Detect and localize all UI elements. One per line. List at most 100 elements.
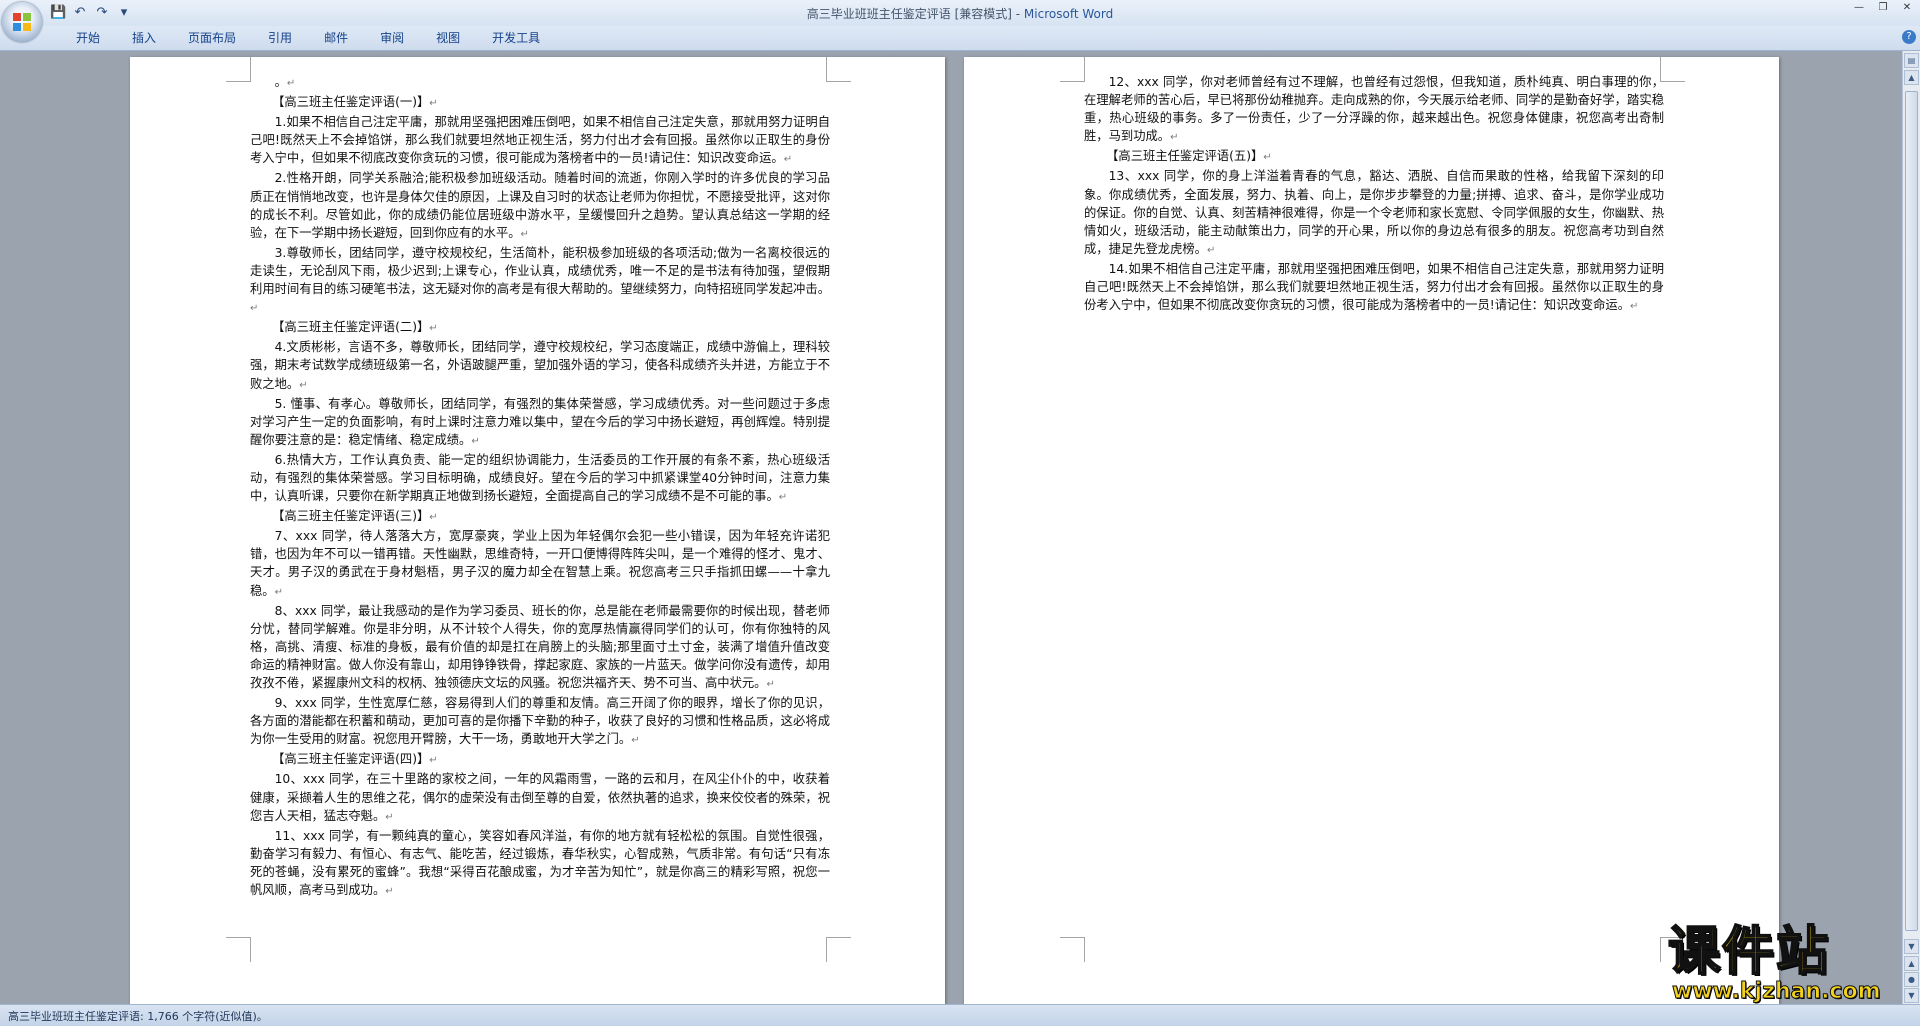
paragraph-text: 【高三班主任鉴定评语(四)】 (272, 752, 430, 767)
crop-mark (226, 57, 251, 82)
paragraph-text: 1.如果不相信自己注定平庸，那就用坚强把困难压倒吧，如果不相信自己注定失意，那就… (250, 115, 830, 166)
paragraph: 8、xxx 同学，最让我感动的是作为学习委员、班长的你，总是能在老师最需要你的时… (250, 602, 830, 694)
status-bar: 高三毕业班班主任鉴定评语: 1,766 个字符(近似值)。 (0, 1004, 1920, 1026)
tab-references[interactable]: 引用 (252, 30, 308, 46)
watermark-brand: 课件站 (1667, 922, 1831, 982)
paragraph-mark-icon: ↵ (471, 435, 480, 447)
paragraph-mark-icon: ↵ (274, 586, 283, 598)
app-name: Microsoft Word (1023, 7, 1114, 21)
document-area: 。↵ 【高三班主任鉴定评语(一)】↵ 1.如果不相信自己注定平庸，那就用坚强把困难压… (0, 51, 1903, 1004)
paragraph-mark-icon: ↵ (631, 735, 640, 747)
previous-page-icon[interactable]: ▲ (1904, 956, 1919, 971)
document-page-right[interactable]: 12、xxx 同学，你对老师曾经有过不理解，也曾经有过怨恨，但我知道，质朴纯真、… (964, 57, 1779, 1004)
office-button[interactable] (2, 2, 42, 42)
paragraph-text: 13、xxx 同学，你的身上洋溢着青春的气息，豁达、洒脱、自信而果敢的性格，给我… (1084, 169, 1664, 256)
paragraph: 5. 懂事、有孝心。尊敬师长，团结同学，有强烈的集体荣誉感，学习成绩优秀。对一些… (250, 395, 830, 451)
word-count-status[interactable]: 高三毕业班班主任鉴定评语: 1,766 个字符(近似值)。 (8, 1008, 268, 1024)
window-title: 高三毕业班班主任鉴定评语 [兼容模式] - Microsoft Word (0, 5, 1920, 22)
page-text-left[interactable]: 。↵ 【高三班主任鉴定评语(一)】↵ 1.如果不相信自己注定平庸，那就用坚强把困难压… (250, 73, 830, 901)
document-title: 高三毕业班班主任鉴定评语 [兼容模式] - (806, 7, 1024, 21)
paragraph-text: 【高三班主任鉴定评语(二)】 (272, 320, 430, 335)
paragraph-mark-icon: ↵ (520, 228, 529, 240)
paragraph: 1.如果不相信自己注定平庸，那就用坚强把困难压倒吧，如果不相信自己注定失意，那就… (250, 113, 830, 169)
crop-mark (1060, 937, 1085, 962)
paragraph-mark-icon: ↵ (778, 492, 788, 504)
paragraph-text: 【高三班主任鉴定评语(三)】 (272, 509, 430, 524)
paragraph: 2.性格开朗，同学关系融洽;能积极参加班级活动。随着时间的流逝，你刚入学时的许多… (250, 169, 830, 243)
paragraph-text: 9、xxx 同学，生性宽厚仁慈，容易得到人们的尊重和友情。高三开阔了你的眼界，增… (250, 696, 830, 747)
watermark-url: www.kjzhan.com (1672, 979, 1882, 1004)
select-browse-object-icon[interactable]: ● (1904, 972, 1919, 987)
office-logo-icon (13, 13, 31, 31)
paragraph-text: 10、xxx 同学，在三十里路的家校之间，一年的风霜雨雪，一路的云和月，在风尘仆… (250, 772, 830, 823)
paragraph-text: 3.尊敬师长，团结同学，遵守校规校纪，生活简朴，能积极参加班级的各项活动;做为一… (250, 245, 830, 297)
paragraph-mark-icon: ↵ (286, 78, 296, 89)
paragraph-text: 。 (274, 75, 287, 89)
paragraph: 14.如果不相信自己注定平庸，那就用坚强把困难压倒吧，如果不相信自己注定失意，那… (1084, 260, 1664, 316)
paragraph-text: 4.文质彬彬，言语不多，尊敬师长，团结同学，遵守校规校纪，学习态度端正，成绩中游… (250, 340, 830, 391)
paragraph: 4.文质彬彬，言语不多，尊敬师长，团结同学，遵守校规校纪，学习态度端正，成绩中游… (250, 338, 830, 394)
paragraph: 。↵ (250, 73, 830, 93)
watermark-logo: 课件站 www.kjzhan.com (1667, 922, 1900, 1004)
paragraph-mark-icon: ↵ (1170, 132, 1179, 144)
paragraph-mark-icon: ↵ (299, 379, 308, 391)
section-heading: 【高三班主任鉴定评语(二)】↵ (250, 318, 830, 338)
paragraph: 13、xxx 同学，你的身上洋溢着青春的气息，豁达、洒脱、自信而果敢的性格，给我… (1084, 167, 1664, 259)
paragraph-mark-icon: ↵ (1206, 244, 1216, 256)
ribbon-tabs: 开始 插入 页面布局 引用 邮件 审阅 视图 开发工具 (60, 30, 556, 46)
paragraph-text: 2.性格开朗，同学关系融洽;能积极参加班级活动。随着时间的流逝，你刚入学时的许多… (250, 171, 830, 240)
help-icon[interactable]: ? (1902, 30, 1916, 44)
paragraph-mark-icon: ↵ (766, 679, 775, 690)
paragraph: 11、xxx 同学，有一颗纯真的童心，笑容如春风洋溢，有你的地方就有轻松松的氛围… (250, 827, 830, 901)
section-heading: 【高三班主任鉴定评语(四)】↵ (250, 750, 830, 770)
restore-icon[interactable]: ❐ (1876, 2, 1890, 14)
paragraph-text: 8、xxx 同学，最让我感动的是作为学习委员、班长的你，总是能在老师最需要你的时… (250, 603, 830, 690)
paragraph: 7、xxx 同学，待人落落大方，宽厚豪爽，学业上因为年轻偶尔会犯一些小错误，因为… (250, 527, 830, 601)
paragraph: 6.热情大方，工作认真负责、能一定的组织协调能力，生活委员的工作开展的有条不紊，… (250, 451, 830, 507)
next-page-icon[interactable]: ▼ (1904, 988, 1919, 1003)
tab-home[interactable]: 开始 (60, 30, 116, 46)
ribbon-tab-bar: 开始 插入 页面布局 引用 邮件 审阅 视图 开发工具 ? (0, 26, 1920, 51)
paragraph-mark-icon: ↵ (385, 886, 394, 898)
crop-mark (1060, 57, 1085, 82)
tab-page-layout[interactable]: 页面布局 (172, 30, 252, 46)
scroll-thumb[interactable] (1905, 91, 1918, 931)
section-heading: 【高三班主任鉴定评语(五)】↵ (1084, 147, 1664, 167)
paragraph: 12、xxx 同学，你对老师曾经有过不理解，也曾经有过怨恨，但我知道，质朴纯真、… (1084, 73, 1664, 147)
tab-view[interactable]: 视图 (420, 30, 476, 46)
paragraph-text: 6.热情大方，工作认真负责、能一定的组织协调能力，生活委员的工作开展的有条不紊，… (250, 452, 830, 504)
paragraph-text: 【高三班主任鉴定评语(五)】 (1106, 149, 1264, 164)
paragraph-mark-icon: ↵ (783, 154, 793, 166)
paragraph: 3.尊敬师长，团结同学，遵守校规校纪，生活简朴，能积极参加班级的各项活动;做为一… (250, 244, 830, 318)
paragraph-mark-icon: ↵ (429, 323, 438, 335)
tab-review[interactable]: 审阅 (364, 30, 420, 46)
paragraph-text: 11、xxx 同学，有一颗纯真的童心，笑容如春风洋溢，有你的地方就有轻松松的氛围… (250, 828, 830, 898)
tab-insert[interactable]: 插入 (116, 30, 172, 46)
page-text-right[interactable]: 12、xxx 同学，你对老师曾经有过不理解，也曾经有过怨恨，但我知道，质朴纯真、… (1084, 73, 1664, 316)
window-controls: — ❐ ✕ (1852, 2, 1914, 14)
paragraph-mark-icon: ↵ (385, 811, 394, 823)
paragraph-mark-icon: ↵ (429, 755, 438, 767)
paragraph: 10、xxx 同学，在三十里路的家校之间，一年的风霜雨雪，一路的云和月，在风尘仆… (250, 770, 830, 826)
crop-mark (826, 937, 851, 962)
minimize-icon[interactable]: — (1852, 2, 1866, 14)
document-page-left[interactable]: 。↵ 【高三班主任鉴定评语(一)】↵ 1.如果不相信自己注定平庸，那就用坚强把困难压… (130, 57, 945, 1004)
section-heading: 【高三班主任鉴定评语(三)】↵ (250, 507, 830, 527)
paragraph-mark-icon: ↵ (429, 512, 438, 524)
title-bar: 💾 ↶ ↷ ▾ 高三毕业班班主任鉴定评语 [兼容模式] - Microsoft … (0, 0, 1920, 26)
tab-mailings[interactable]: 邮件 (308, 30, 364, 46)
ruler-toggle-icon[interactable]: ▤ (1904, 53, 1919, 68)
scroll-down-icon[interactable]: ▼ (1904, 939, 1919, 954)
close-icon[interactable]: ✕ (1900, 2, 1914, 14)
paragraph-mark-icon: ↵ (1263, 152, 1272, 164)
section-heading: 【高三班主任鉴定评语(一)】↵ (250, 93, 830, 113)
paragraph-mark-icon: ↵ (250, 303, 259, 315)
paragraph-mark-icon: ↵ (429, 98, 438, 110)
paragraph: 9、xxx 同学，生性宽厚仁慈，容易得到人们的尊重和友情。高三开阔了你的眼界，增… (250, 694, 830, 750)
tab-developer[interactable]: 开发工具 (476, 30, 556, 46)
scroll-up-icon[interactable]: ▲ (1904, 70, 1919, 85)
paragraph-text: 【高三班主任鉴定评语(一)】 (272, 95, 430, 110)
vertical-scrollbar[interactable]: ▤ ▲ ▼ ▲ ● ▼ (1902, 51, 1920, 1004)
paragraph-mark-icon: ↵ (1630, 301, 1639, 313)
crop-mark (226, 937, 251, 962)
